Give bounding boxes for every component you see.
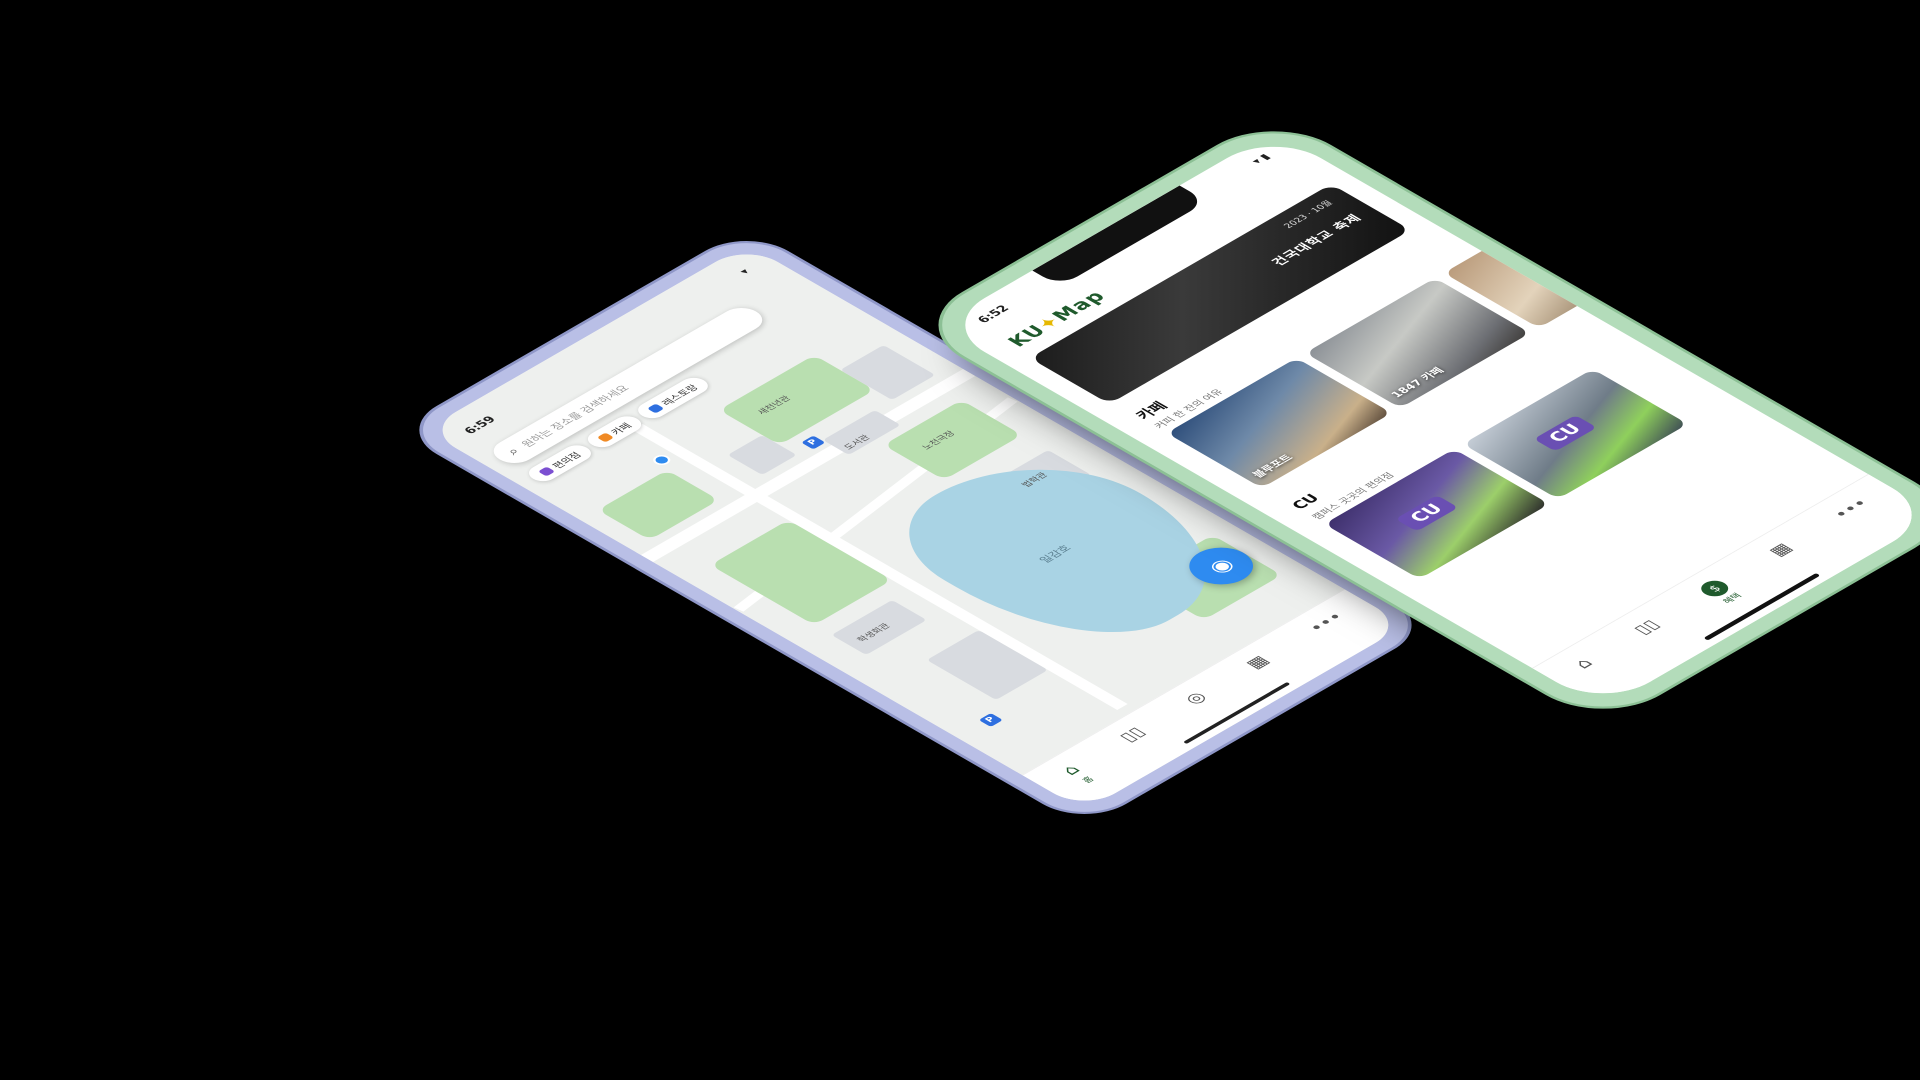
tab-calendar[interactable]: ▦: [1764, 540, 1797, 559]
status-icons: ▾ ▮: [1248, 152, 1274, 167]
store-icon: [537, 466, 555, 477]
status-time: 6:52: [974, 303, 1013, 325]
tab-map[interactable]: ▯▯: [1115, 724, 1150, 744]
current-location-pin: [649, 453, 674, 467]
cu-logo: CU: [1533, 415, 1597, 452]
parking-icon: P: [801, 435, 826, 450]
calendar-icon: ▦: [1241, 652, 1275, 672]
search-icon: ⌕: [503, 445, 524, 458]
tab-more[interactable]: •••: [1304, 609, 1350, 635]
tab-calendar[interactable]: ▦: [1241, 653, 1274, 672]
tab-home[interactable]: ⌂: [1570, 655, 1598, 671]
calendar-icon: ▦: [1764, 540, 1798, 560]
map-building: [727, 435, 797, 475]
more-icon: •••: [1303, 609, 1350, 636]
cafe-icon: [596, 432, 614, 443]
tab-more[interactable]: •••: [1829, 496, 1875, 522]
map-icon: ▯▯: [1629, 617, 1665, 638]
locate-icon: ◉: [1202, 554, 1241, 578]
restaurant-icon: [646, 403, 664, 414]
home-icon: ⌂: [1569, 655, 1598, 672]
banner-title: 건국대학교 축제: [1268, 212, 1366, 268]
map-icon: ▯▯: [1114, 724, 1151, 745]
map-building: [926, 630, 1048, 700]
card-caption: 블루포트: [1249, 452, 1296, 480]
tab-benefits[interactable]: $ 혜택: [1695, 577, 1747, 607]
card-caption: 1847 카페: [1388, 365, 1447, 400]
tab-benefits[interactable]: ◎: [1180, 689, 1212, 707]
dollar-icon: ◎: [1179, 688, 1212, 708]
tab-home[interactable]: ⌂ 홈: [1057, 762, 1098, 786]
parking-icon: P: [978, 713, 1003, 727]
more-icon: •••: [1828, 495, 1875, 523]
cu-logo: CU: [1395, 495, 1459, 532]
tab-label: 홈: [1081, 775, 1097, 785]
tab-map[interactable]: ▯▯: [1629, 617, 1664, 637]
bottom-tab-bar: ⌂ ▯▯ $ 혜택 ▦ •••: [1531, 474, 1920, 709]
